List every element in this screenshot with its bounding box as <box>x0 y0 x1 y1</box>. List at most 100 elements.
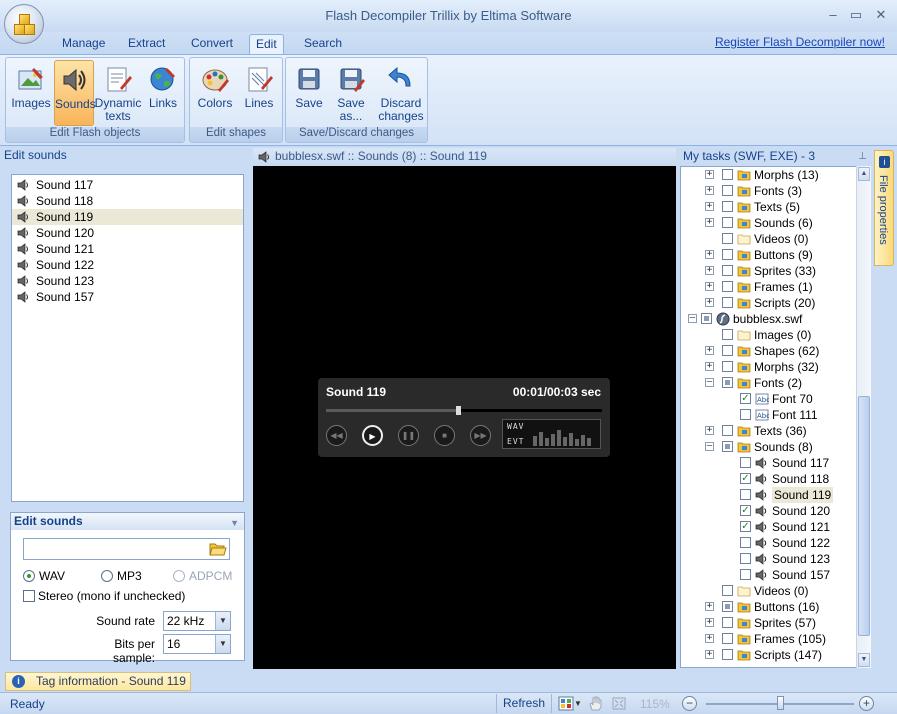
tab-search[interactable]: Search <box>298 34 348 54</box>
tree-node[interactable]: – Sounds (8) <box>681 439 855 455</box>
expand-toggle-icon[interactable]: + <box>705 426 714 435</box>
tree-node[interactable]: + Scripts (20) <box>681 295 855 311</box>
tree-checkbox[interactable] <box>722 441 733 452</box>
tree-checkbox[interactable]: ✓ <box>740 505 751 516</box>
tree-checkbox[interactable] <box>722 633 733 644</box>
stop-button[interactable]: ■ <box>434 425 455 446</box>
tree-checkbox[interactable] <box>722 585 733 596</box>
tree-checkbox[interactable] <box>740 409 751 420</box>
tree-node[interactable]: + Buttons (16) <box>681 599 855 615</box>
expand-toggle-icon[interactable]: + <box>705 266 714 275</box>
expand-toggle-icon[interactable]: + <box>705 602 714 611</box>
expand-toggle-icon[interactable]: + <box>705 202 714 211</box>
pause-button[interactable]: ❚❚ <box>398 425 419 446</box>
tree-node[interactable]: Abc Font 111 <box>681 407 855 423</box>
tree-checkbox[interactable] <box>740 553 751 564</box>
folder-open-icon[interactable] <box>209 541 227 557</box>
expand-toggle-icon[interactable]: + <box>705 634 714 643</box>
tree-checkbox[interactable] <box>722 185 733 196</box>
tree-checkbox[interactable] <box>722 233 733 244</box>
tree-node[interactable]: – Fonts (2) <box>681 375 855 391</box>
tree-checkbox[interactable] <box>722 361 733 372</box>
tree-node[interactable]: + Texts (5) <box>681 199 855 215</box>
app-menu-logo-icon[interactable] <box>4 4 44 44</box>
tree-checkbox[interactable] <box>722 425 733 436</box>
expand-toggle-icon[interactable]: + <box>705 218 714 227</box>
expand-toggle-icon[interactable]: – <box>705 378 714 387</box>
tab-convert[interactable]: Convert <box>185 34 239 54</box>
tree-node[interactable]: + Sounds (6) <box>681 215 855 231</box>
expand-toggle-icon[interactable]: – <box>688 314 697 323</box>
tree-checkbox[interactable]: ✓ <box>740 393 751 404</box>
fit-to-window-icon[interactable] <box>611 696 627 711</box>
tree-checkbox[interactable]: ✓ <box>740 473 751 484</box>
sound-rate-select[interactable]: 22 kHz ▼ <box>163 611 231 631</box>
maximize-button[interactable]: ▭ <box>848 7 864 23</box>
tab-edit[interactable]: Edit <box>249 34 284 54</box>
expand-toggle-icon[interactable]: – <box>705 442 714 451</box>
colors-button[interactable]: Colors <box>193 60 237 126</box>
tree-node[interactable]: ✓ Sound 121 <box>681 519 855 535</box>
tree-checkbox[interactable] <box>740 457 751 468</box>
tree-node[interactable]: + Texts (36) <box>681 423 855 439</box>
scroll-up-icon[interactable]: ▲ <box>858 167 870 181</box>
expand-toggle-icon[interactable]: + <box>705 298 714 307</box>
tree-node[interactable]: Sound 119 <box>681 487 855 503</box>
tree-checkbox[interactable] <box>740 489 751 500</box>
expand-toggle-icon[interactable]: + <box>705 618 714 627</box>
tree-checkbox[interactable] <box>740 537 751 548</box>
sound-list-item[interactable]: Sound 121 <box>12 241 243 257</box>
refresh-button[interactable]: Refresh <box>496 694 552 713</box>
tree-checkbox[interactable] <box>740 569 751 580</box>
view-mode-icon[interactable] <box>558 696 574 711</box>
tree-node[interactable]: Images (0) <box>681 327 855 343</box>
sound-file-input[interactable] <box>23 538 230 560</box>
tree-checkbox[interactable] <box>722 281 733 292</box>
sound-list-item[interactable]: Sound 120 <box>12 225 243 241</box>
tree-node[interactable]: + Buttons (9) <box>681 247 855 263</box>
pin-icon[interactable]: ⊥ <box>858 149 867 165</box>
close-button[interactable]: ✕ <box>873 7 889 23</box>
rewind-button[interactable]: ◀◀ <box>326 425 347 446</box>
sound-list-item[interactable]: Sound 123 <box>12 273 243 289</box>
tree-node[interactable]: + Morphs (13) <box>681 167 855 183</box>
play-button[interactable]: ▶ <box>362 425 383 446</box>
collapse-chevron-icon[interactable]: ▼ <box>230 515 239 532</box>
images-button[interactable]: Images <box>8 60 54 126</box>
tree-node[interactable]: Sound 117 <box>681 455 855 471</box>
tag-information-tab[interactable]: i Tag information - Sound 119 <box>5 672 191 691</box>
tree-scrollbar[interactable]: ▲ ▼ <box>856 166 871 668</box>
register-link[interactable]: Register Flash Decompiler now! <box>715 35 885 49</box>
tree-node[interactable]: + Frames (105) <box>681 631 855 647</box>
tree-checkbox[interactable] <box>722 201 733 212</box>
expand-toggle-icon[interactable]: + <box>705 362 714 371</box>
tree-node[interactable]: + Shapes (62) <box>681 343 855 359</box>
lines-button[interactable]: Lines <box>237 60 281 126</box>
zoom-in-button[interactable]: + <box>859 696 874 711</box>
tree-node[interactable]: ✓ Sound 120 <box>681 503 855 519</box>
tree-node[interactable]: Sound 123 <box>681 551 855 567</box>
tree-checkbox[interactable] <box>722 329 733 340</box>
zoom-out-button[interactable]: − <box>682 696 697 711</box>
tree-checkbox[interactable] <box>722 217 733 228</box>
tree-checkbox[interactable] <box>722 345 733 356</box>
tree-node[interactable]: ✓ Sound 118 <box>681 471 855 487</box>
tab-manage[interactable]: Manage <box>56 34 111 54</box>
discard-changes-button[interactable]: Discard changes <box>375 60 427 126</box>
scroll-thumb[interactable] <box>858 396 870 636</box>
file-properties-tab[interactable]: i File properties <box>874 150 894 266</box>
expand-toggle-icon[interactable]: + <box>705 650 714 659</box>
save-button[interactable]: Save <box>289 60 329 126</box>
tree-node[interactable]: ✓ Abc Font 70 <box>681 391 855 407</box>
sound-list-item[interactable]: Sound 117 <box>12 177 243 193</box>
props-header[interactable]: Edit sounds ▼ <box>11 513 244 530</box>
tree-node[interactable]: – bubblesx.swf <box>681 311 855 327</box>
minimize-button[interactable]: – <box>825 7 841 23</box>
tree-node[interactable]: + Scripts (147) <box>681 647 855 663</box>
tree-checkbox[interactable] <box>722 617 733 628</box>
tree-checkbox[interactable] <box>722 649 733 660</box>
sound-list-item[interactable]: Sound 157 <box>12 289 243 305</box>
sound-list-item[interactable]: Sound 119 <box>12 209 243 225</box>
player-progress-thumb[interactable] <box>456 406 462 415</box>
tree-node[interactable]: + Sprites (57) <box>681 615 855 631</box>
